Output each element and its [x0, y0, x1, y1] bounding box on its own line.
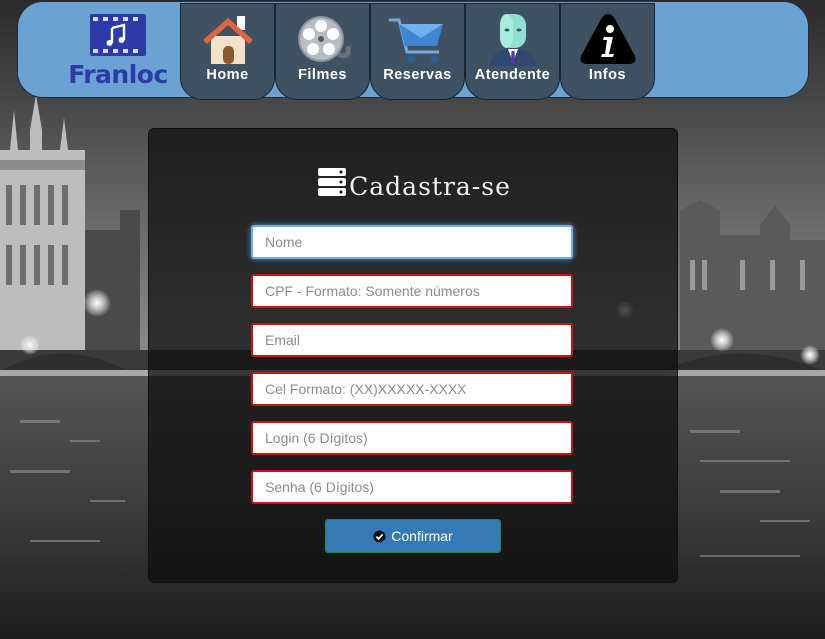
register-form-card: Cadastra-se Confirmar [148, 128, 678, 583]
confirm-button[interactable]: Confirmar [325, 519, 501, 553]
nav-tab-filmes[interactable]: Filmes [275, 3, 370, 100]
confirm-button-label: Confirmar [391, 528, 453, 544]
nav-label-reservas: Reservas [383, 67, 452, 83]
senha-input[interactable] [251, 470, 573, 504]
nav-label-home: Home [206, 67, 249, 83]
attendant-avatar-icon [490, 14, 536, 66]
server-stack-icon [318, 168, 347, 196]
cpf-input[interactable] [251, 274, 573, 308]
brand-name: Franloc [68, 60, 168, 89]
nome-input[interactable] [251, 225, 573, 259]
nav-tab-infos[interactable]: Infos [560, 3, 655, 100]
film-reel-icon [298, 16, 351, 62]
nav-label-filmes: Filmes [298, 67, 347, 83]
email-input[interactable] [251, 323, 573, 357]
info-warning-icon [580, 14, 636, 64]
check-circle-icon [373, 529, 386, 543]
nav-tab-atendente[interactable]: Atendente [465, 3, 560, 100]
nav-label-infos: Infos [588, 67, 627, 83]
nav-label-atendente: Atendente [474, 67, 551, 83]
nav-tab-reservas[interactable]: Reservas [370, 3, 465, 100]
form-title-text: Cadastra-se [349, 172, 511, 201]
login-input[interactable] [251, 421, 573, 455]
film-music-icon [90, 14, 146, 56]
nav-tab-home[interactable]: Home [180, 3, 275, 100]
cel-input[interactable] [251, 372, 573, 406]
form-title: Cadastra-se [149, 167, 679, 201]
top-navbar: Franloc Home Filmes Reservas Atendente I… [17, 1, 809, 100]
shopping-cart-icon [389, 18, 443, 63]
brand-logo[interactable]: Franloc [68, 14, 168, 90]
house-icon [203, 16, 253, 64]
